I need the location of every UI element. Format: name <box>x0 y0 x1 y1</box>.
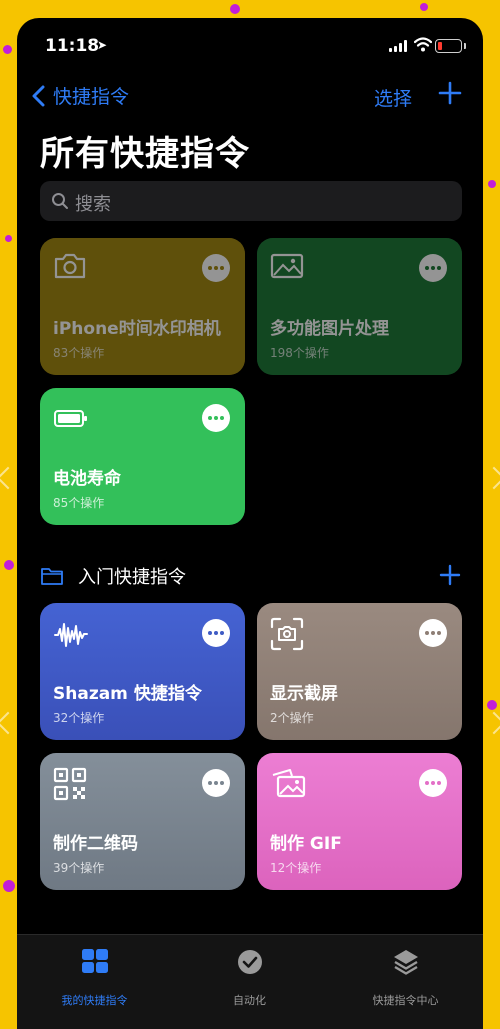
back-button[interactable]: 快捷指令 <box>31 82 129 109</box>
decor-dot <box>5 235 12 242</box>
starter-shortcuts-header: 入门快捷指令 <box>40 563 462 591</box>
more-options-button[interactable] <box>202 404 230 432</box>
wifi-icon <box>414 37 432 52</box>
shortcut-name: 电池寿命 <box>53 469 121 489</box>
tab-bar: 我的快捷指令 自动化 快捷指令中心 <box>17 934 483 1029</box>
shortcut-action-count: 85个操作 <box>53 496 105 510</box>
shortcut-card-iphone-watermark-camera[interactable]: iPhone时间水印相机 83个操作 <box>40 238 245 375</box>
location-icon: ➤ <box>97 38 108 52</box>
more-options-button[interactable] <box>419 619 447 647</box>
status-bar: 11:18 ➤ <box>17 18 483 72</box>
search-field[interactable]: 搜索 <box>40 181 462 221</box>
more-options-button[interactable] <box>419 769 447 797</box>
folder-icon <box>41 568 63 585</box>
shortcut-card-make-qr-code[interactable]: 制作二维码 39个操作 <box>40 753 245 890</box>
back-label: 快捷指令 <box>53 86 130 108</box>
tab-label: 快捷指令中心 <box>372 994 439 1007</box>
soundwave-icon <box>54 623 88 647</box>
tab-gallery[interactable]: 快捷指令中心 <box>328 935 483 1029</box>
camera-icon <box>54 253 86 279</box>
decor-dot <box>3 45 12 54</box>
add-folder-shortcut-button[interactable] <box>438 563 462 587</box>
chevron-right-icon <box>482 466 500 490</box>
shortcut-action-count: 2个操作 <box>270 711 314 725</box>
battery-icon <box>54 410 87 427</box>
search-placeholder: 搜索 <box>75 194 111 215</box>
chevron-left-icon <box>32 85 45 106</box>
shortcut-action-count: 83个操作 <box>53 346 105 360</box>
shortcut-name: Shazam 快捷指令 <box>53 684 202 704</box>
clock-check-icon <box>237 950 262 974</box>
shortcut-card-battery-life[interactable]: 电池寿命 85个操作 <box>40 388 245 525</box>
more-options-button[interactable] <box>202 769 230 797</box>
screenshot-icon <box>270 617 304 651</box>
section-title: 入门快捷指令 <box>78 567 186 588</box>
shortcut-name: 多功能图片处理 <box>270 319 389 339</box>
tab-label: 我的快捷指令 <box>61 994 128 1007</box>
shortcut-card-show-screenshot[interactable]: 显示截屏 2个操作 <box>257 603 462 740</box>
page-title: 所有快捷指令 <box>40 134 250 174</box>
decor-dot <box>4 560 14 570</box>
tab-automation[interactable]: 自动化 <box>172 935 327 1029</box>
shortcut-action-count: 39个操作 <box>53 861 105 875</box>
qrcode-icon <box>53 767 87 801</box>
more-options-button[interactable] <box>419 254 447 282</box>
shortcut-name: 制作二维码 <box>53 834 138 854</box>
phone-screen: 11:18 ➤ 快捷指令 选择 所有快捷指令 搜索 iPhone时间水印相机 8… <box>17 18 483 1029</box>
add-shortcut-button[interactable] <box>437 80 463 106</box>
shortcut-name: 显示截屏 <box>270 684 338 704</box>
decor-dot <box>488 180 496 188</box>
decor-dot <box>420 3 428 11</box>
shortcut-action-count: 198个操作 <box>270 346 329 360</box>
shortcut-card-image-processing[interactable]: 多功能图片处理 198个操作 <box>257 238 462 375</box>
shortcut-name: iPhone时间水印相机 <box>53 319 221 339</box>
decor-dot <box>487 700 497 710</box>
chevron-right-icon <box>482 711 500 735</box>
grid-icon <box>81 949 108 973</box>
photos-stack-icon <box>272 769 306 798</box>
battery-status-icon <box>435 39 466 53</box>
shortcut-action-count: 32个操作 <box>53 711 105 725</box>
tab-label: 自动化 <box>233 994 266 1007</box>
shortcut-card-shazam[interactable]: Shazam 快捷指令 32个操作 <box>40 603 245 740</box>
shortcut-action-count: 12个操作 <box>270 861 322 875</box>
shortcut-name: 制作 GIF <box>270 834 342 854</box>
more-options-button[interactable] <box>202 619 230 647</box>
layers-icon <box>393 950 418 975</box>
search-icon <box>52 193 68 209</box>
decor-dot <box>230 4 240 14</box>
status-time: 11:18 <box>45 36 100 56</box>
select-button[interactable]: 选择 <box>374 84 412 111</box>
photo-icon <box>270 253 304 279</box>
tab-my-shortcuts[interactable]: 我的快捷指令 <box>17 935 172 1029</box>
shortcut-card-make-gif[interactable]: 制作 GIF 12个操作 <box>257 753 462 890</box>
cellular-signal-icon <box>389 40 409 52</box>
more-options-button[interactable] <box>202 254 230 282</box>
decor-dot <box>3 880 15 892</box>
